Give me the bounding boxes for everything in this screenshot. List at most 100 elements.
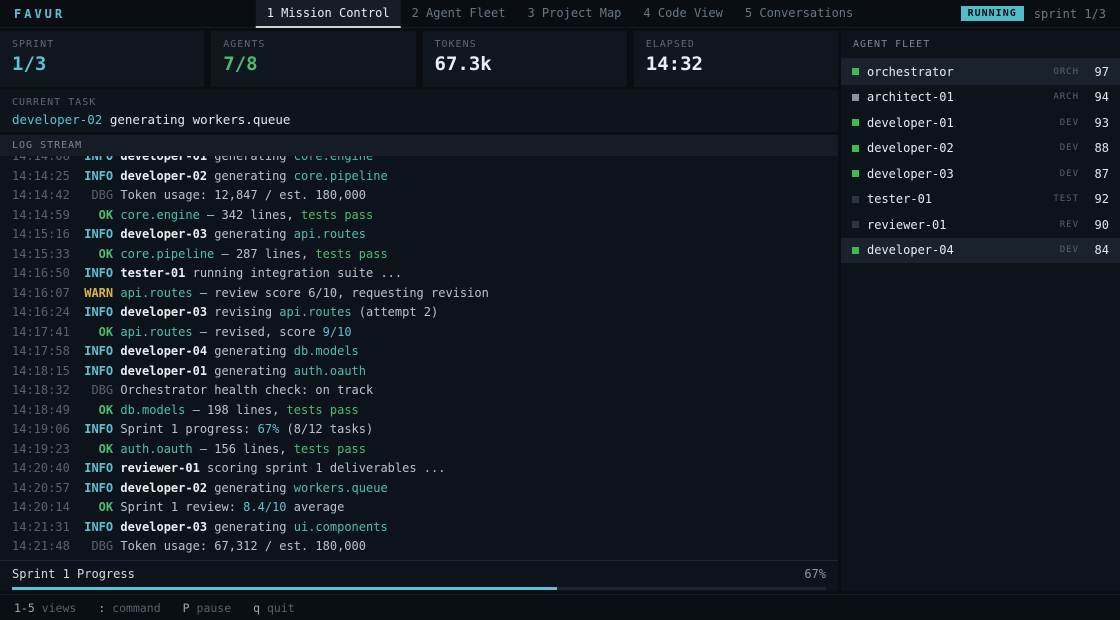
status-badge: RUNNING: [961, 6, 1024, 21]
log-level: INFO: [77, 420, 113, 440]
current-task-agent: developer-02: [12, 112, 102, 127]
log-level: OK: [77, 206, 113, 226]
agent-role: DEV: [1060, 245, 1079, 255]
log-stream[interactable]: 14:14:08INFOdeveloper-01 generating core…: [0, 156, 838, 560]
agent-row-developer-01[interactable]: developer-01DEV93: [841, 110, 1120, 136]
log-message: developer-03 revising api.routes (attemp…: [120, 303, 438, 323]
log-message: Orchestrator health check: on track: [120, 381, 373, 401]
agent-name: tester-01: [867, 192, 1045, 206]
log-line: 14:18:15INFOdeveloper-01 generating auth…: [12, 362, 826, 382]
stat-value: 14:32: [646, 53, 826, 75]
progress-percent: 67%: [804, 567, 826, 581]
agent-status-icon: [852, 170, 859, 177]
agent-role: REV: [1060, 220, 1079, 230]
log-level: INFO: [77, 342, 113, 362]
log-message: developer-03 generating ui.components: [120, 518, 387, 538]
log-level: DBG: [77, 537, 113, 557]
tab-1-mission-control[interactable]: 1 Mission Control: [256, 0, 401, 28]
log-time: 14:16:24: [12, 303, 77, 323]
log-message: core.pipeline — 287 lines, tests pass: [120, 245, 387, 265]
log-message: developer-01 generating core.engine: [120, 156, 373, 167]
log-line: 14:21:31INFOdeveloper-03 generating ui.c…: [12, 518, 826, 538]
tab-4-code-view[interactable]: 4 Code View: [632, 0, 733, 28]
agent-row-developer-03[interactable]: developer-03DEV87: [841, 161, 1120, 187]
agent-score: 90: [1087, 218, 1109, 232]
agent-name: reviewer-01: [867, 218, 1052, 232]
log-level: INFO: [77, 225, 113, 245]
log-time: 14:18:15: [12, 362, 77, 382]
log-time: 14:18:32: [12, 381, 77, 401]
current-task-label: CURRENT TASK: [12, 97, 826, 108]
current-task-panel: CURRENT TASK developer-02generating work…: [0, 90, 838, 132]
agent-row-developer-04[interactable]: developer-04DEV84: [841, 238, 1120, 264]
log-panel: LOG STREAM 14:14:08INFOdeveloper-01 gene…: [0, 135, 838, 560]
stats-row: SPRINT1/3AGENTS7/8TOKENS67.3kELAPSED14:3…: [0, 31, 838, 87]
agent-status-icon: [852, 119, 859, 126]
log-message: developer-02 generating core.pipeline: [120, 167, 387, 187]
tab-5-conversations[interactable]: 5 Conversations: [734, 0, 864, 28]
tab-bar: 1 Mission Control2 Agent Fleet3 Project …: [256, 0, 865, 28]
log-time: 14:19:06: [12, 420, 77, 440]
hint-key: 1-5: [14, 601, 35, 615]
agent-row-developer-02[interactable]: developer-02DEV88: [841, 136, 1120, 162]
log-stream-header: LOG STREAM: [0, 135, 838, 156]
stat-label: TOKENS: [435, 39, 615, 50]
log-level: OK: [77, 440, 113, 460]
log-level: DBG: [77, 186, 113, 206]
top-bar: FAVUR 1 Mission Control2 Agent Fleet3 Pr…: [0, 0, 1120, 28]
agent-status-icon: [852, 68, 859, 75]
log-line: 14:14:59OKcore.engine — 342 lines, tests…: [12, 206, 826, 226]
log-message: Sprint 1 progress: 67% (8/12 tasks): [120, 420, 373, 440]
log-level: INFO: [77, 518, 113, 538]
agent-score: 94: [1087, 90, 1109, 104]
agent-status-icon: [852, 221, 859, 228]
app-logo: FAVUR: [14, 7, 65, 21]
log-message: Token usage: 12,847 / est. 180,000: [120, 186, 366, 206]
tab-3-project-map[interactable]: 3 Project Map: [516, 0, 632, 28]
log-line: 14:16:50INFOtester-01 running integratio…: [12, 264, 826, 284]
log-line: 14:15:16INFOdeveloper-03 generating api.…: [12, 225, 826, 245]
log-line: 14:14:08INFO developer-01 generating core…: [12, 156, 826, 167]
hint-pause: P pause: [183, 601, 231, 615]
agent-row-orchestrator[interactable]: orchestratorORCH97: [841, 59, 1120, 85]
agent-status-icon: [852, 196, 859, 203]
tab-2-agent-fleet[interactable]: 2 Agent Fleet: [401, 0, 517, 28]
stat-value: 7/8: [223, 53, 403, 75]
progress-bar: [12, 587, 826, 590]
log-message: reviewer-01 scoring sprint 1 deliverable…: [120, 459, 445, 479]
log-level: INFO: [77, 167, 113, 187]
log-time: 14:14:08: [12, 156, 77, 167]
log-level: INFO: [77, 156, 113, 167]
log-time: 14:19:23: [12, 440, 77, 460]
log-time: 14:21:48: [12, 537, 77, 557]
sprint-indicator: sprint 1/3: [1034, 7, 1106, 21]
log-lines: 14:14:08INFOdeveloper-01 generating core…: [12, 156, 826, 557]
current-task-line: developer-02generating workers.queue: [12, 112, 826, 127]
agent-name: developer-03: [867, 167, 1052, 181]
agent-fleet-sidebar: AGENT FLEET orchestratorORCH97architect-…: [841, 31, 1120, 591]
log-level: INFO: [77, 479, 113, 499]
sprint-progress-panel: Sprint 1 Progress 67%: [0, 560, 838, 591]
log-message: tester-01 running integration suite ...: [120, 264, 402, 284]
log-line: 14:20:14OKSprint 1 review: 8.4/10 averag…: [12, 498, 826, 518]
stat-tokens: TOKENS67.3k: [423, 31, 627, 87]
agent-row-tester-01[interactable]: tester-01TEST92: [841, 187, 1120, 213]
log-message: Sprint 1 review: 8.4/10 average: [120, 498, 344, 518]
agent-name: developer-04: [867, 243, 1052, 257]
agent-name: architect-01: [867, 90, 1045, 104]
log-level: OK: [77, 245, 113, 265]
log-time: 14:16:50: [12, 264, 77, 284]
agent-row-reviewer-01[interactable]: reviewer-01 REV 90: [841, 212, 1120, 238]
agent-fleet-title: AGENT FLEET: [841, 31, 1120, 59]
log-message: developer-03 generating api.routes: [120, 225, 366, 245]
log-line: 14:16:24INFOdeveloper-03 revising api.ro…: [12, 303, 826, 323]
hint-command: : command: [98, 601, 160, 615]
agent-row-architect-01[interactable]: architect-01 ARCH 94: [841, 85, 1120, 111]
log-line: 14:15:33OKcore.pipeline — 287 lines, tes…: [12, 245, 826, 265]
log-line: 14:21:48DBGToken usage: 67,312 / est. 18…: [12, 537, 826, 557]
hint-label: views: [35, 601, 77, 615]
agent-role: ARCH: [1053, 92, 1079, 102]
footer-hints: 1-5 views: commandP pauseq quit: [14, 601, 295, 615]
agent-status-icon: [852, 94, 859, 101]
progress-label: Sprint 1 Progress: [12, 567, 135, 581]
